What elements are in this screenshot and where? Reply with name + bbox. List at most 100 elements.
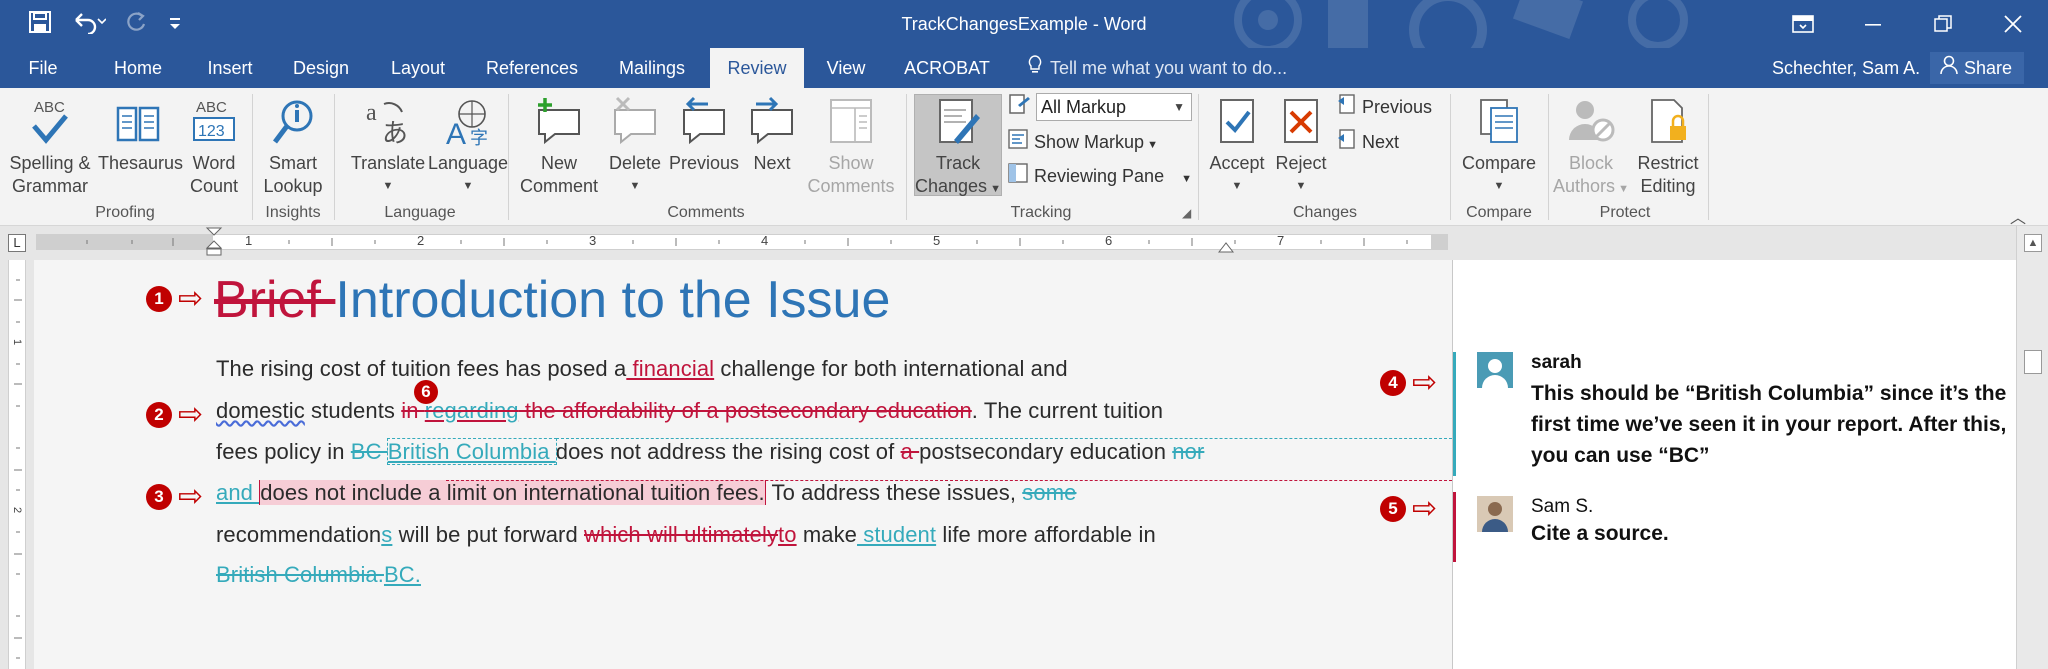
accept-icon [1220,99,1254,143]
paragraph-line-3[interactable]: fees policy in BC British Columbia does … [216,438,1204,465]
svg-text:あ: あ [382,119,408,148]
reviewing-pane-icon [1008,163,1028,191]
restore-icon[interactable] [1908,0,1978,48]
indent-marker-icon[interactable] [204,226,224,260]
delete-label: Delete [608,153,662,173]
comment-color-bar [1453,352,1456,476]
group-label-compare: Compare [1466,204,1532,221]
delete-comment-button[interactable]: Delete ▼ [604,96,666,198]
tell-me-search[interactable]: Tell me what you want to do... [1028,48,1287,88]
next-change-label: Next [1362,132,1400,152]
ribbon-display-options-icon[interactable] [1768,0,1838,48]
group-label-protect: Protect [1599,204,1651,221]
svg-text:2: 2 [11,507,23,513]
share-button[interactable]: Share [1930,52,2025,84]
previous-comment-button[interactable]: Previous [668,96,740,175]
block-authors-button[interactable]: Block Authors ▼ [1550,96,1632,201]
smart-lookup-button[interactable]: Smart Lookup [258,96,328,198]
markup-select[interactable]: All Markup ▼ [1036,93,1192,121]
minimize-icon[interactable] [1838,0,1908,48]
comment-author: Sam S. [1531,496,1594,517]
document-heading[interactable]: Brief Introduction to the Issue [214,270,890,330]
body-text: . The current tuition [971,398,1164,423]
new-comment-icon [538,98,580,145]
annotation-number: 1 [146,286,172,312]
annotation-marker-1: 1 ⇨ [146,284,203,314]
collapse-ribbon-icon[interactable]: ︿ [2010,204,2026,228]
next-change-icon [1336,128,1356,158]
show-comments-button[interactable]: Show Comments [806,96,896,198]
next-comment-label: Next [753,153,791,173]
document-page[interactable]: Brief Introduction to the Issue The risi… [34,260,1452,669]
window-controls [1768,0,2048,48]
restrict-editing-button[interactable]: Restrict Editing [1630,96,1706,198]
reject-button[interactable]: Reject ▼ [1274,96,1328,198]
avatar [1477,352,1513,388]
vertical-ruler[interactable]: 1 2 [0,260,34,669]
annotation-number: 4 [1380,370,1406,396]
reject-dropdown-icon: ▼ [1295,180,1307,192]
tab-view[interactable]: View [814,48,878,88]
accept-button[interactable]: Accept ▼ [1204,96,1270,198]
group-label-changes: Changes [1292,204,1358,221]
body-text: postsecondary education [919,439,1173,464]
tab-mailings[interactable]: Mailings [604,48,700,88]
reviewing-pane-button[interactable]: Reviewing Pane ▼ [1008,162,1192,190]
close-icon[interactable] [1978,0,2048,48]
word-count-button[interactable]: ABC 123 Word Count [182,96,246,198]
misspelled-word: domestic [216,398,305,423]
show-markup-button[interactable]: Show Markup ▼ [1008,128,1158,156]
scroll-thumb[interactable] [2024,350,2042,374]
smart-lookup-label-2: Lookup [263,176,323,196]
user-name[interactable]: Schechter, Sam A. [1772,48,1920,88]
tab-references[interactable]: References [474,48,590,88]
tab-home[interactable]: Home [100,48,176,88]
group-separator [334,94,335,220]
language-button[interactable]: A字 Language ▼ [418,96,518,198]
tab-file[interactable]: File [0,48,86,88]
comment-connector-line [446,480,1452,481]
annotation-marker-6: 6 [414,380,438,404]
scroll-up-icon[interactable]: ▲ [2024,234,2042,252]
track-changes-label-2: Changes [915,176,988,196]
word-window: TrackChangesExample - Word File Home Ins… [0,0,2048,669]
group-label-tracking: Tracking [1010,204,1072,221]
paragraph-line-4[interactable]: and does not include a limit on internat… [216,480,1076,506]
right-indent-marker-icon[interactable] [1216,240,1236,254]
group-separator [508,94,509,220]
inserted-text: to [778,522,797,547]
comment-sarah[interactable]: sarah This should be “British Columbia” … [1453,352,2013,476]
inserted-text: s [381,522,393,547]
tab-review[interactable]: Review [710,48,804,88]
restrict-editing-icon [1651,99,1686,143]
paragraph-line-5[interactable]: recommendations will be put forward whic… [216,522,1156,548]
next-change-button[interactable]: Next [1336,128,1399,156]
tab-acrobat[interactable]: ACROBAT [896,48,998,88]
tracking-dialog-launcher-icon[interactable]: ◢ [1182,206,1191,220]
deleted-text: Brief [214,271,336,329]
spelling-grammar-button[interactable]: ABC Spelling & Grammar [6,96,94,198]
paragraph-line-1[interactable]: The rising cost of tuition fees has pose… [216,356,1068,382]
spelling-check-icon: ABC [32,99,68,144]
svg-text:a: a [366,100,377,126]
next-comment-button[interactable]: Next [744,96,800,175]
comment-sam[interactable]: Sam S. Cite a source. [1453,492,2013,572]
paragraph-line-2[interactable]: domestic students in regarding the affor… [216,398,1163,424]
spelling-label-1: Spelling & [9,153,91,173]
previous-change-icon [1336,93,1356,123]
tab-layout[interactable]: Layout [376,48,460,88]
thesaurus-button[interactable]: Thesaurus [98,96,183,175]
paragraph-line-6[interactable]: British Columbia.BC. [216,562,421,588]
tab-design[interactable]: Design [280,48,362,88]
tab-selector-icon[interactable]: L [8,234,26,252]
comment-text: This should be “British Columbia” since … [1531,382,2007,467]
tab-insert[interactable]: Insert [192,48,268,88]
horizontal-ruler[interactable]: 1 2 3 4 5 6 7 [36,233,1448,250]
previous-change-button[interactable]: Previous [1336,93,1432,121]
vertical-scrollbar[interactable]: ▲ [2016,226,2048,669]
track-changes-button[interactable]: Track Changes ▼ [914,94,1002,196]
show-comments-label-1: Show [828,153,874,173]
compare-button[interactable]: Compare ▼ [1456,96,1542,198]
new-comment-button[interactable]: New Comment [512,96,606,198]
ribbon-tab-bar: File Home Insert Design Layout Reference… [0,48,2048,88]
